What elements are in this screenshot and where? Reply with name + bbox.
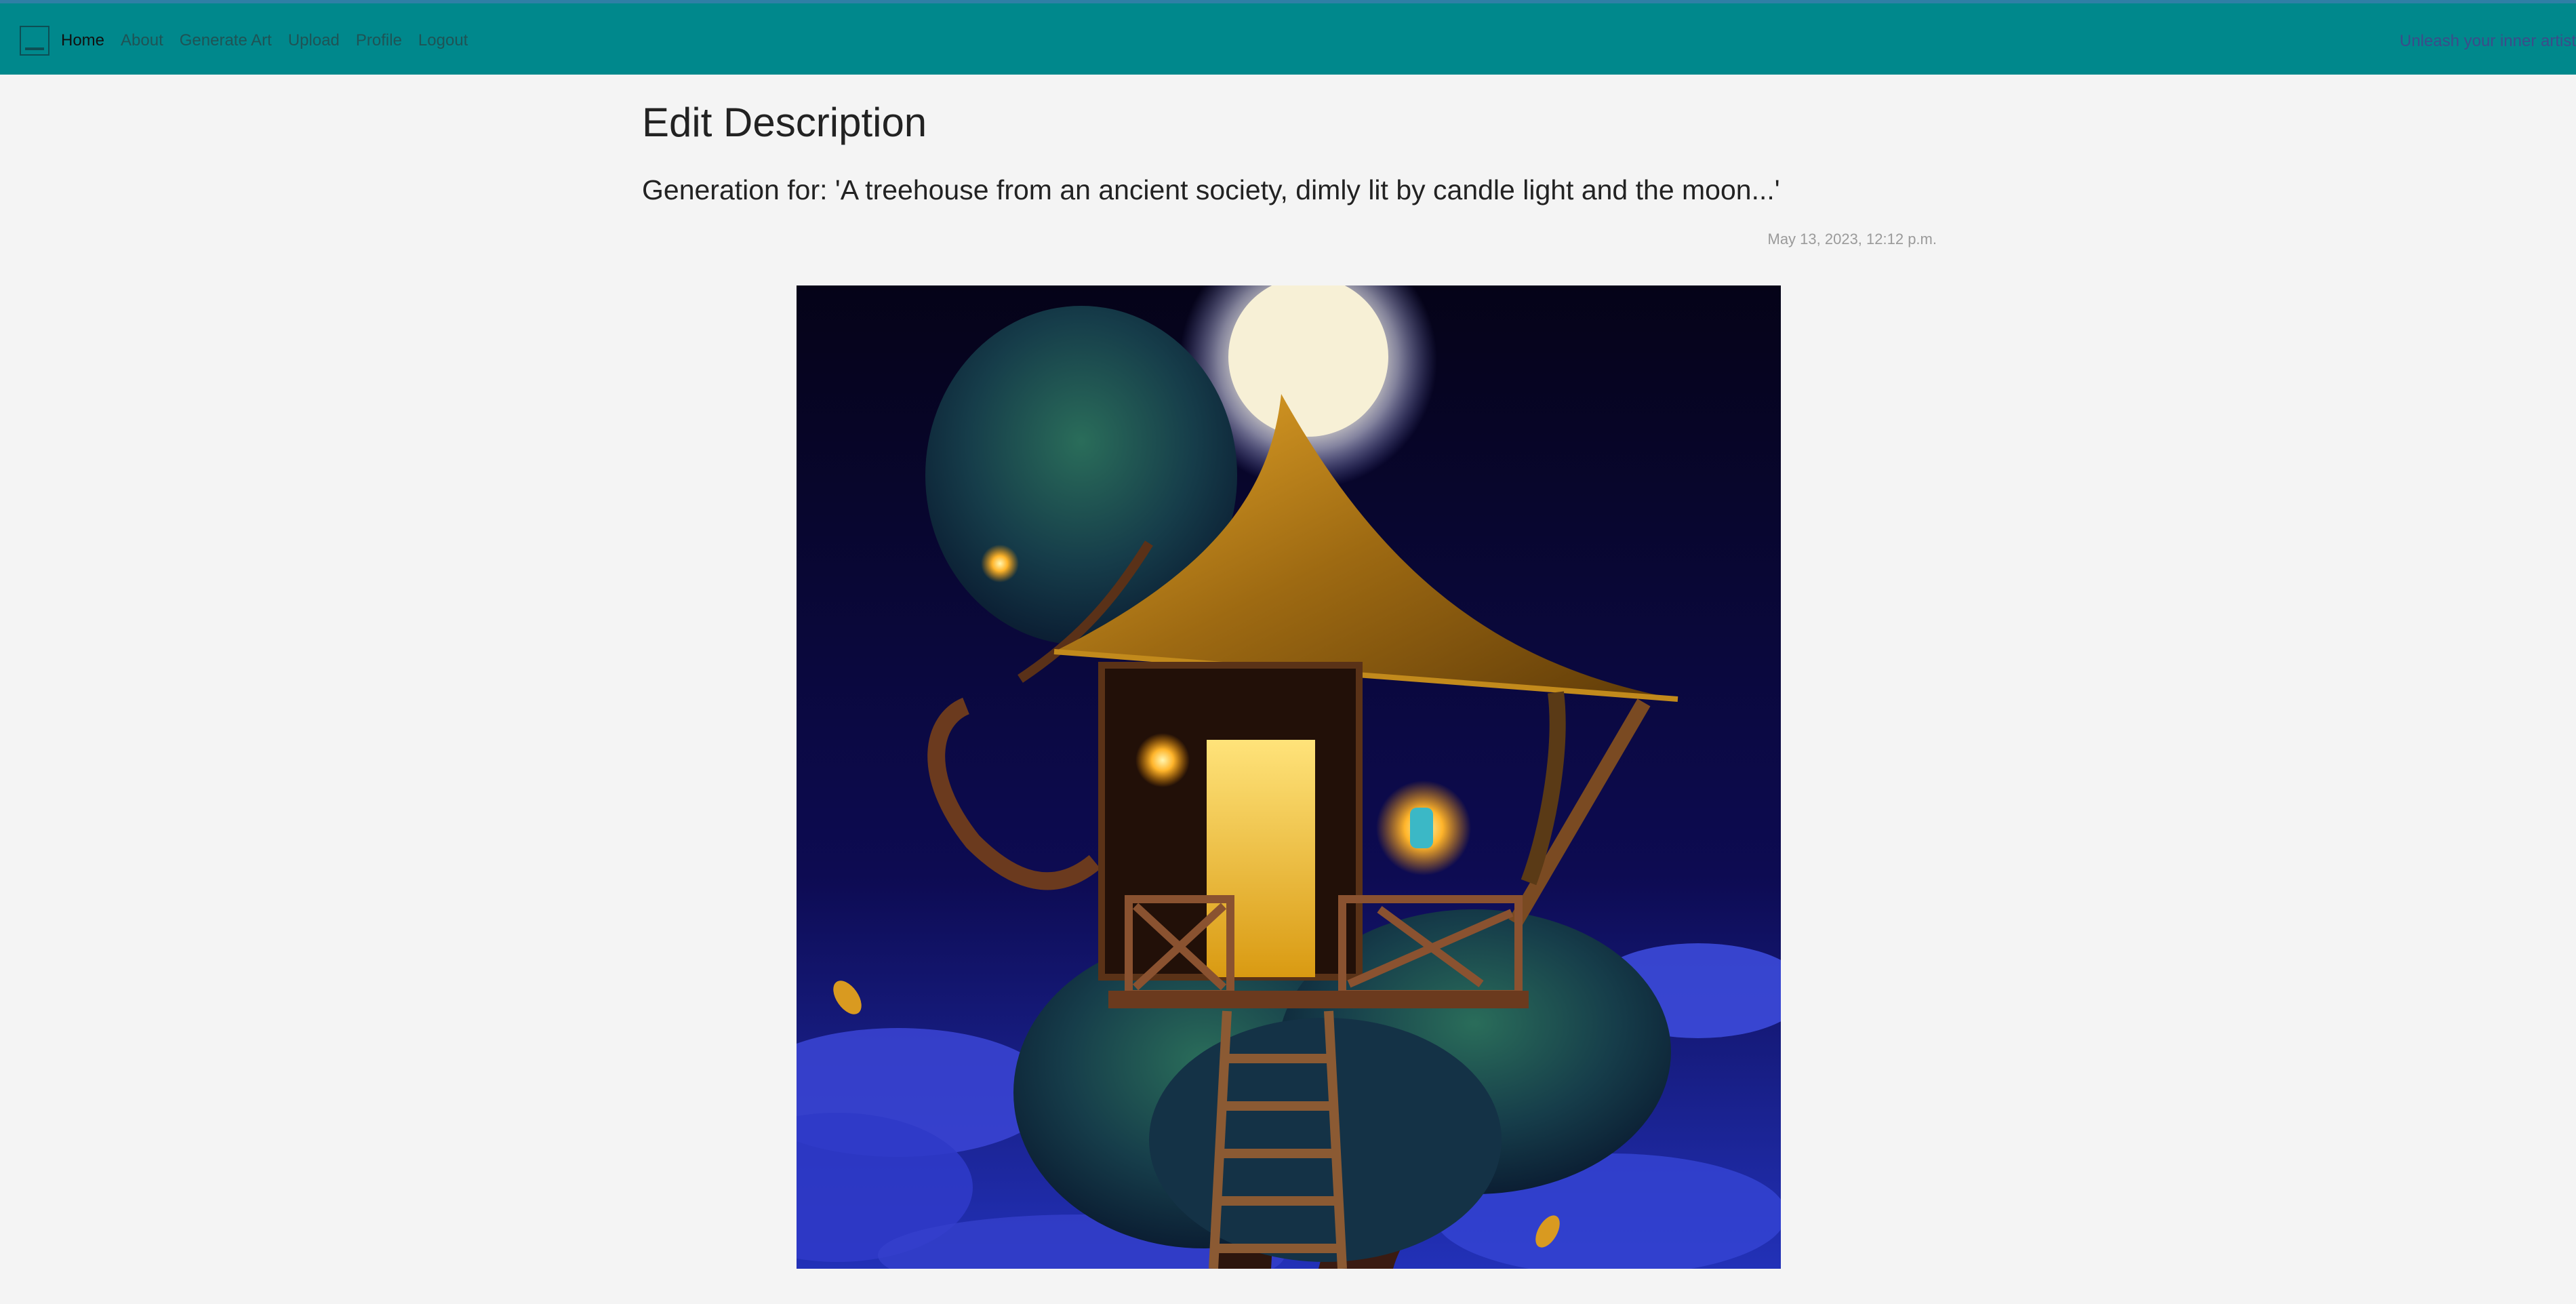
nav-about-link[interactable]: About xyxy=(121,31,163,51)
nav-home-link[interactable]: Home xyxy=(61,31,104,51)
nav-profile-link[interactable]: Profile xyxy=(356,31,402,51)
nav-logout-link[interactable]: Logout xyxy=(418,31,468,51)
image-frame-icon[interactable] xyxy=(20,26,49,56)
page-title: Edit Description xyxy=(642,100,927,145)
top-navbar: Home About Generate Art Upload Profile L… xyxy=(0,0,2576,75)
nav-generate-art-link[interactable]: Generate Art xyxy=(180,31,272,51)
nav-upload-link[interactable]: Upload xyxy=(288,31,340,51)
tagline: Unleash your inner artist xyxy=(2399,32,2576,50)
generation-subtitle: Generation for: 'A treehouse from an anc… xyxy=(642,174,1780,205)
generated-artwork-image xyxy=(797,285,1781,1269)
main-nav: Home About Generate Art Upload Profile L… xyxy=(61,31,468,51)
timestamp: May 13, 2023, 12:12 p.m. xyxy=(1767,231,1937,248)
